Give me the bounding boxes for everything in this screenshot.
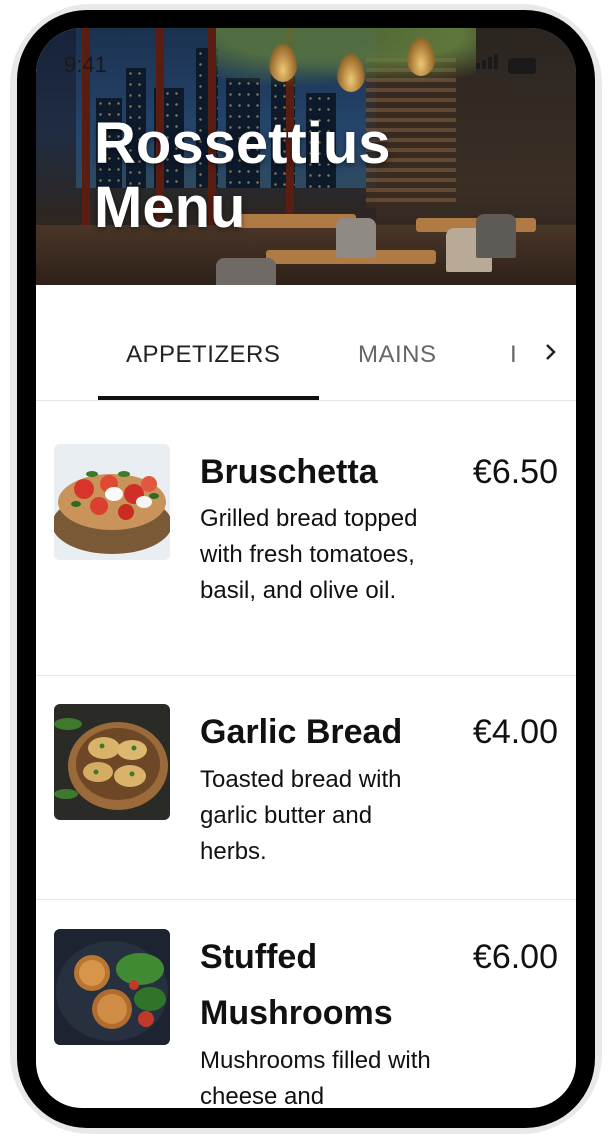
active-tab-indicator xyxy=(98,396,319,400)
category-tabs: APPETIZERS MAINS I xyxy=(36,285,576,401)
bruschetta-image xyxy=(54,444,170,560)
item-price: €4.00 xyxy=(472,713,558,751)
item-description: Mushrooms filled with cheese and xyxy=(200,1047,431,1108)
item-description: Toasted bread with garlic butter and her… xyxy=(200,766,402,865)
lamp xyxy=(268,42,298,82)
stuffed-mushrooms-image xyxy=(54,929,170,1045)
item-price: €6.00 xyxy=(472,938,558,976)
garlic-bread-image xyxy=(54,704,170,820)
item-name-line2: Mushrooms xyxy=(200,994,393,1032)
battery-icon xyxy=(508,58,536,74)
menu-item-garlic-bread[interactable]: Garlic Bread €4.00 Toasted bread with ga… xyxy=(36,676,576,900)
page-title-line2: Menu xyxy=(94,175,246,240)
item-name: Garlic Bread xyxy=(200,713,403,751)
tab-next-partial[interactable]: I xyxy=(510,341,517,369)
status-time: 9:41 xyxy=(64,52,107,77)
item-name: Bruschetta xyxy=(200,453,378,491)
tab-appetizers[interactable]: APPETIZERS xyxy=(126,341,280,369)
app-screen: 9:41 Rossettius Menu APPETIZERS MAINS I xyxy=(36,28,576,1108)
tab-mains[interactable]: MAINS xyxy=(358,341,437,369)
item-name-line1: Stuffed xyxy=(200,938,318,976)
status-icons xyxy=(476,54,536,74)
item-name: Stuffed Mushrooms xyxy=(200,929,440,1041)
menu-item-stuffed-mushrooms[interactable]: Stuffed Mushrooms €6.00 Mushrooms filled… xyxy=(36,900,576,1108)
hero-banner: 9:41 Rossettius Menu xyxy=(36,28,576,285)
signal-icon xyxy=(476,54,500,74)
page-title: Rossettius Menu xyxy=(94,112,494,240)
item-price: €6.50 xyxy=(472,453,558,491)
chevron-right-icon[interactable] xyxy=(544,341,558,369)
chair xyxy=(216,258,276,285)
page-title-line1: Rossettius xyxy=(94,111,391,176)
lamp xyxy=(336,52,366,92)
lamp xyxy=(406,36,436,76)
menu-item-bruschetta[interactable]: Bruschetta €6.50 Grilled bread topped wi… xyxy=(36,401,576,676)
item-description: Grilled bread topped with fresh tomatoes… xyxy=(200,505,418,604)
